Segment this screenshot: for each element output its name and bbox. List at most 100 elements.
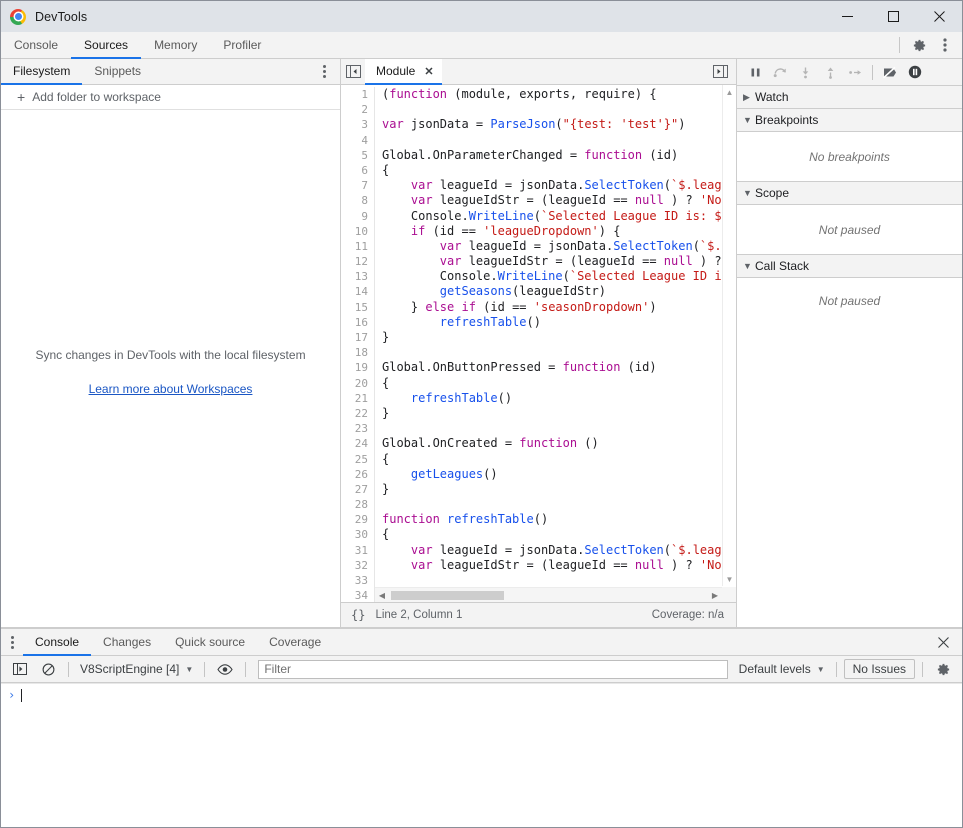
code-line[interactable]: 12 var leagueIdStr = (leagueId == null )… bbox=[341, 254, 736, 269]
line-number[interactable]: 9 bbox=[341, 209, 375, 224]
code-line[interactable]: 14 getSeasons(leagueIdStr) bbox=[341, 284, 736, 299]
code-line[interactable]: 15 } else if (id == 'seasonDropdown') bbox=[341, 300, 736, 315]
expand-sidebar-icon[interactable] bbox=[708, 65, 732, 78]
line-number[interactable]: 24 bbox=[341, 436, 375, 451]
code-line[interactable]: 6{ bbox=[341, 163, 736, 178]
drawer-tab-console[interactable]: Console bbox=[23, 629, 91, 656]
tab-console[interactable]: Console bbox=[1, 32, 71, 59]
line-number[interactable]: 32 bbox=[341, 558, 375, 573]
line-number[interactable]: 28 bbox=[341, 497, 375, 512]
navigator-more-icon[interactable] bbox=[314, 59, 334, 84]
code-line[interactable]: 9 Console.WriteLine(`Selected League ID … bbox=[341, 209, 736, 224]
line-number[interactable]: 14 bbox=[341, 284, 375, 299]
code-line[interactable]: 8 var leagueIdStr = (leagueId == null ) … bbox=[341, 193, 736, 208]
code-line[interactable]: 20{ bbox=[341, 376, 736, 391]
line-number[interactable]: 15 bbox=[341, 300, 375, 315]
tab-memory[interactable]: Memory bbox=[141, 32, 210, 59]
section-header-watch[interactable]: ▶ Watch bbox=[737, 86, 962, 109]
line-number[interactable]: 23 bbox=[341, 421, 375, 436]
code-line[interactable]: 22} bbox=[341, 406, 736, 421]
code-line[interactable]: 21 refreshTable() bbox=[341, 391, 736, 406]
line-number[interactable]: 22 bbox=[341, 406, 375, 421]
code-editor[interactable]: 1(function (module, exports, require) {2… bbox=[341, 85, 736, 602]
collapse-sidebar-icon[interactable] bbox=[341, 59, 365, 84]
code-line[interactable]: 27} bbox=[341, 482, 736, 497]
horizontal-scroll-track[interactable] bbox=[389, 590, 708, 601]
line-number[interactable]: 4 bbox=[341, 133, 375, 148]
console-output-area[interactable]: › bbox=[1, 683, 962, 827]
code-line[interactable]: 11 var leagueId = jsonData.SelectToken(`… bbox=[341, 239, 736, 254]
line-number[interactable]: 2 bbox=[341, 102, 375, 117]
kebab-menu-icon[interactable] bbox=[932, 34, 958, 56]
line-number[interactable]: 25 bbox=[341, 452, 375, 467]
live-expression-icon[interactable] bbox=[212, 658, 238, 680]
nav-tab-snippets[interactable]: Snippets bbox=[82, 59, 153, 85]
step-out-icon[interactable] bbox=[818, 61, 842, 83]
editor-horizontal-scrollbar[interactable]: ◀ ▶ bbox=[375, 587, 722, 602]
line-number[interactable]: 6 bbox=[341, 163, 375, 178]
code-line[interactable]: 25{ bbox=[341, 452, 736, 467]
code-line[interactable]: 5Global.OnParameterChanged = function (i… bbox=[341, 148, 736, 163]
code-line[interactable]: 29function refreshTable() bbox=[341, 512, 736, 527]
step-into-icon[interactable] bbox=[793, 61, 817, 83]
drawer-tab-coverage[interactable]: Coverage bbox=[257, 629, 333, 656]
code-line[interactable]: 26 getLeagues() bbox=[341, 467, 736, 482]
vertical-scroll-track[interactable] bbox=[723, 99, 736, 572]
log-levels-selector[interactable]: Default levels ▼ bbox=[735, 659, 829, 679]
editor-vertical-scrollbar[interactable]: ▲ ▼ bbox=[722, 85, 736, 586]
code-line[interactable]: 7 var leagueId = jsonData.SelectToken(`$… bbox=[341, 178, 736, 193]
code-line[interactable]: 3var jsonData = ParseJson("{test: 'test'… bbox=[341, 117, 736, 132]
line-number[interactable]: 31 bbox=[341, 543, 375, 558]
drawer-tab-quick-source[interactable]: Quick source bbox=[163, 629, 257, 656]
line-number[interactable]: 11 bbox=[341, 239, 375, 254]
line-number[interactable]: 18 bbox=[341, 345, 375, 360]
line-number[interactable]: 8 bbox=[341, 193, 375, 208]
code-line[interactable]: 33 bbox=[341, 573, 736, 588]
line-number[interactable]: 3 bbox=[341, 117, 375, 132]
learn-more-workspaces-link[interactable]: Learn more about Workspaces bbox=[89, 382, 253, 396]
editor-tab-module[interactable]: Module ✕ bbox=[365, 59, 442, 85]
line-number[interactable]: 13 bbox=[341, 269, 375, 284]
scroll-right-icon[interactable]: ▶ bbox=[708, 591, 722, 600]
code-line[interactable]: 18 bbox=[341, 345, 736, 360]
code-line[interactable]: 32 var leagueIdStr = (leagueId == null )… bbox=[341, 558, 736, 573]
line-number[interactable]: 34 bbox=[341, 588, 375, 602]
scroll-left-icon[interactable]: ◀ bbox=[375, 591, 389, 600]
execution-context-selector[interactable]: V8ScriptEngine [4] ▼ bbox=[76, 659, 197, 679]
code-line[interactable]: 13 Console.WriteLine(`Selected League ID… bbox=[341, 269, 736, 284]
code-line[interactable]: 10 if (id == 'leagueDropdown') { bbox=[341, 224, 736, 239]
line-number[interactable]: 1 bbox=[341, 87, 375, 102]
line-number[interactable]: 21 bbox=[341, 391, 375, 406]
maximize-button[interactable] bbox=[870, 1, 916, 32]
code-line[interactable]: 4 bbox=[341, 133, 736, 148]
code-line[interactable]: 17} bbox=[341, 330, 736, 345]
line-number[interactable]: 7 bbox=[341, 178, 375, 193]
code-line[interactable]: 31 var leagueId = jsonData.SelectToken(`… bbox=[341, 543, 736, 558]
gear-icon[interactable] bbox=[930, 658, 956, 680]
console-sidebar-icon[interactable] bbox=[7, 658, 33, 680]
console-filter-input[interactable] bbox=[258, 660, 727, 679]
console-prompt[interactable]: › bbox=[1, 686, 962, 704]
add-folder-to-workspace-button[interactable]: + Add folder to workspace bbox=[1, 85, 340, 110]
line-number[interactable]: 20 bbox=[341, 376, 375, 391]
line-number[interactable]: 33 bbox=[341, 573, 375, 588]
section-header-breakpoints[interactable]: ▼ Breakpoints bbox=[737, 109, 962, 132]
code-line[interactable]: 2 bbox=[341, 102, 736, 117]
line-number[interactable]: 26 bbox=[341, 467, 375, 482]
line-number[interactable]: 12 bbox=[341, 254, 375, 269]
gear-icon[interactable] bbox=[906, 34, 932, 56]
pretty-print-button[interactable]: {} bbox=[351, 608, 365, 622]
section-header-scope[interactable]: ▼ Scope bbox=[737, 182, 962, 205]
deactivate-breakpoints-icon[interactable] bbox=[878, 61, 902, 83]
step-over-icon[interactable] bbox=[768, 61, 792, 83]
line-number[interactable]: 30 bbox=[341, 527, 375, 542]
code-line[interactable]: 30{ bbox=[341, 527, 736, 542]
close-button[interactable] bbox=[916, 1, 962, 32]
code-line[interactable]: 23 bbox=[341, 421, 736, 436]
line-number[interactable]: 29 bbox=[341, 512, 375, 527]
step-icon[interactable] bbox=[843, 61, 867, 83]
scroll-up-icon[interactable]: ▲ bbox=[723, 85, 736, 99]
section-header-call-stack[interactable]: ▼ Call Stack bbox=[737, 255, 962, 278]
code-line[interactable]: 1(function (module, exports, require) { bbox=[341, 87, 736, 102]
issues-button[interactable]: No Issues bbox=[844, 659, 915, 679]
